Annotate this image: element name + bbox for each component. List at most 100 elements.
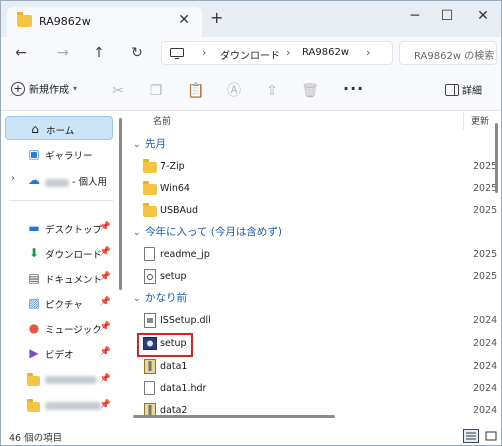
onedrive-suffix: - 個人用	[72, 177, 107, 188]
sidebar-item-label	[45, 400, 101, 411]
file-date: 2025	[473, 161, 498, 172]
file-name: setup	[160, 271, 187, 282]
command-bar: + 新規作成 ▾ ✂ ❐ 📋 Ⓐ ⇪ 🗑 ··· 詳細	[1, 69, 501, 111]
sidebar-item-label: ダウンロード	[45, 250, 103, 261]
group-label: 今年に入って (今月は含めず)	[145, 226, 283, 238]
sidebar-item-videos[interactable]: ▶ ビデオ 📌	[5, 341, 113, 365]
file-list-scrollbar[interactable]	[495, 123, 498, 193]
sidebar-scrollbar[interactable]	[119, 118, 122, 290]
file-name: readme_jp	[160, 249, 210, 260]
sidebar-item-music[interactable]: ● ミュージック 📌	[5, 316, 113, 340]
details-label: 詳細	[462, 86, 482, 97]
sidebar-item-downloads[interactable]: ⬇ ダウンロード 📌	[5, 241, 113, 265]
file-date: 2025	[473, 249, 498, 260]
list-item-setup-exe[interactable]: setup 2024	[143, 333, 499, 355]
status-bar: 46 個の項目	[1, 427, 501, 445]
more-options-button[interactable]: ···	[343, 79, 364, 98]
details-pane-icon	[445, 83, 459, 96]
maximize-button[interactable]: ☐	[433, 5, 461, 27]
column-header-name[interactable]: 名前	[153, 114, 171, 132]
file-name: 7-Zip	[160, 161, 185, 172]
folder-icon	[27, 399, 41, 413]
rename-icon[interactable]: Ⓐ	[225, 82, 243, 100]
cut-icon[interactable]: ✂	[109, 82, 127, 100]
address-bar[interactable]: › ダウンロード › RA9862w ›	[161, 41, 393, 65]
paste-icon[interactable]: 📋	[187, 82, 205, 100]
list-item[interactable]: data1 2024	[143, 356, 499, 378]
group-header-last-month[interactable]: ⌄ 先月	[133, 136, 166, 156]
list-item[interactable]: USBAud 2025	[143, 200, 499, 222]
sidebar-item-label: ホーム	[46, 126, 75, 137]
pin-icon: 📌	[99, 297, 111, 307]
chevron-down-icon: ⌄	[133, 294, 141, 304]
column-header-date[interactable]: 更新	[471, 114, 489, 132]
new-tab-button[interactable]: +	[210, 8, 223, 27]
group-header-this-year[interactable]: ⌄ 今年に入って (今月は含めず)	[133, 224, 282, 244]
close-tab-icon[interactable]: ✕	[178, 12, 190, 28]
redacted-name	[45, 375, 97, 384]
pin-icon: 📌	[99, 247, 111, 257]
sidebar-item-label	[45, 374, 97, 385]
explorer-window: RA9862w ✕ + ─ ☐ ✕ ← → ↑ ↻ › ダウンロード › RA9…	[0, 0, 502, 446]
chevron-right-icon[interactable]: ›	[11, 173, 15, 184]
list-item[interactable]: setup 2025	[143, 266, 499, 288]
chevron-right-icon[interactable]: ›	[366, 46, 370, 59]
group-header-long-ago[interactable]: ⌄ かなり前	[133, 290, 187, 310]
sidebar-item-pictures[interactable]: ▨ ピクチャ 📌	[5, 291, 113, 315]
sidebar-item-label: ミュージック	[45, 325, 102, 336]
close-window-button[interactable]: ✕	[469, 5, 497, 27]
picture-icon: ▨	[28, 296, 40, 310]
plus-icon: +	[11, 81, 25, 96]
details-view-button[interactable]	[463, 429, 479, 443]
file-name: ISSetup.dll	[160, 315, 211, 326]
file-name: Win64	[160, 183, 190, 194]
search-input[interactable]: RA9862w の検索	[399, 41, 497, 65]
new-button[interactable]: + 新規作成 ▾	[11, 81, 77, 96]
list-item[interactable]: 7-Zip 2025	[143, 156, 499, 178]
list-item[interactable]: ISSetup.dll 2024	[143, 310, 499, 332]
text-file-icon	[144, 247, 155, 261]
chevron-right-icon[interactable]: ›	[286, 46, 290, 59]
title-bar: RA9862w ✕ + ─ ☐ ✕	[1, 1, 501, 37]
document-icon: ▤	[28, 271, 40, 285]
column-separator[interactable]	[463, 112, 464, 130]
sidebar-item-label: ピクチャ	[45, 300, 83, 311]
refresh-button[interactable]: ↻	[127, 43, 147, 63]
file-date: 2025	[473, 183, 498, 194]
sidebar-item-label: デスクトップ	[45, 225, 103, 236]
sidebar-item-gallery[interactable]: ▣ ギャラリー	[5, 142, 113, 166]
list-item[interactable]: readme_jp 2025	[143, 244, 499, 266]
sidebar-item-redacted-folder[interactable]: 📌	[5, 394, 113, 418]
file-list: 名前 更新 ⌄ 先月 7-Zip 2025 Win64 2025 USBAud 2…	[127, 112, 501, 428]
share-icon[interactable]: ⇪	[263, 82, 281, 100]
details-pane-button[interactable]: 詳細	[445, 82, 482, 97]
settings-file-icon	[144, 269, 156, 284]
gallery-icon: ▣	[28, 147, 40, 161]
sidebar-item-label: ドキュメント	[45, 275, 103, 286]
horizontal-scrollbar[interactable]	[133, 415, 335, 418]
up-button[interactable]: ↑	[89, 43, 109, 63]
tab-ra9862w[interactable]: RA9862w ✕	[7, 7, 202, 37]
list-item[interactable]: data1.hdr 2024	[143, 378, 499, 400]
pin-icon: 📌	[99, 374, 111, 384]
sidebar-item-desktop[interactable]: ▬ デスクトップ 📌	[5, 216, 113, 240]
back-button[interactable]: ←	[11, 43, 31, 63]
sidebar-item-documents[interactable]: ▤ ドキュメント 📌	[5, 266, 113, 290]
list-item[interactable]: Win64 2025	[143, 178, 499, 200]
minimize-button[interactable]: ─	[401, 5, 429, 27]
forward-button[interactable]: →	[53, 43, 73, 63]
breadcrumb-downloads[interactable]: ダウンロード	[220, 47, 280, 62]
tiles-view-button[interactable]	[483, 429, 499, 443]
delete-icon[interactable]: 🗑	[301, 82, 319, 100]
copy-icon[interactable]: ❐	[147, 82, 165, 100]
chevron-right-icon[interactable]: ›	[202, 46, 206, 59]
breadcrumb-ra9862w[interactable]: RA9862w	[302, 47, 349, 58]
chevron-down-icon: ⌄	[133, 140, 141, 150]
divider	[9, 200, 113, 201]
sidebar-item-onedrive[interactable]: › ☁ - 個人用	[5, 168, 113, 192]
sidebar-item-redacted-folder[interactable]: 📌	[5, 368, 113, 392]
sidebar-item-label: ビデオ	[45, 350, 74, 361]
sidebar-item-home[interactable]: ⌂ ホーム	[5, 116, 113, 140]
list-item[interactable]: data2 2024	[143, 400, 499, 422]
new-label: 新規作成	[29, 85, 69, 96]
